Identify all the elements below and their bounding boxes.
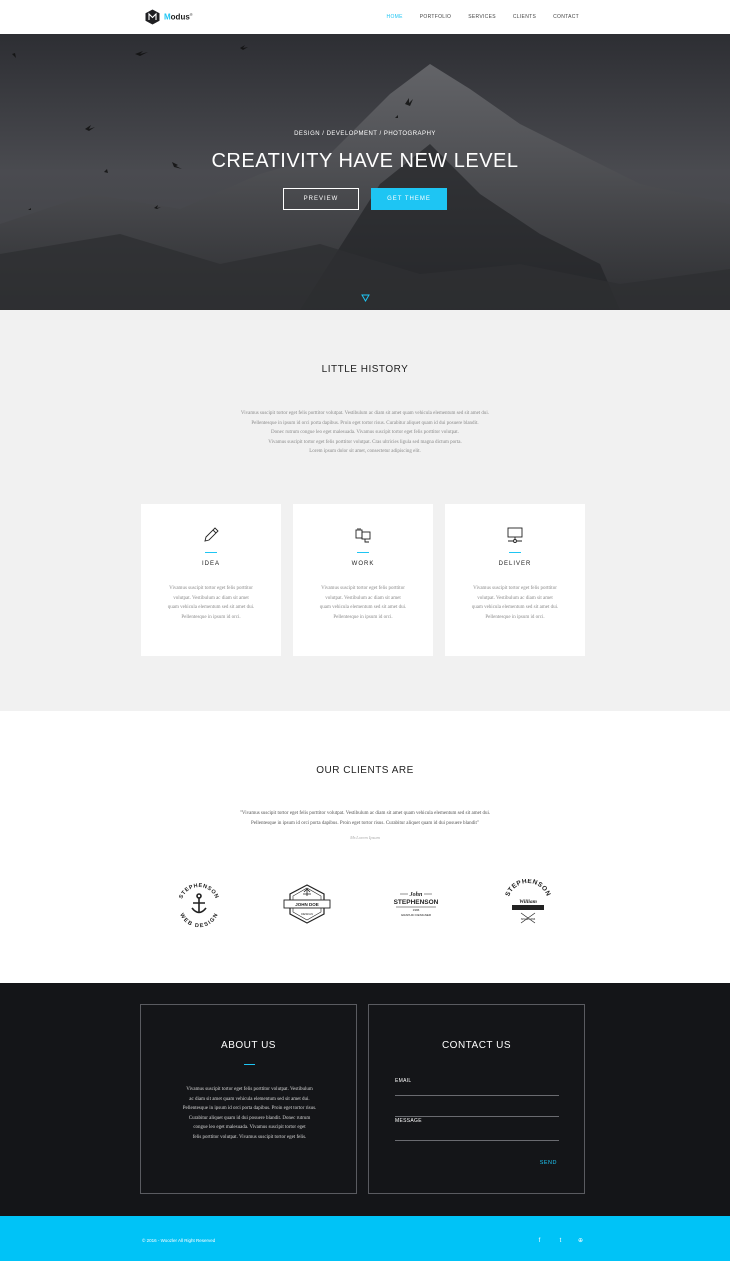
about-contact-section: ABOUT US Vivamus suscipit tortor eget fe… [0,983,730,1216]
history-text: Vivamus suscipit tortor eget felis portt… [215,409,515,457]
card-accent-line [509,552,521,553]
twitter-icon[interactable]: t [556,1236,565,1245]
svg-text:John: John [409,892,423,898]
svg-text:SINCE 1996: SINCE 1996 [521,917,536,921]
card-text-line: Vivamus suscipit tortor eget felis portt… [321,586,405,591]
nav-clients[interactable]: CLIENTS [513,14,536,20]
email-field[interactable] [395,1095,559,1096]
svg-text:GRAPHIC DESIGNER: GRAPHIC DESIGNER [401,913,432,917]
svg-text:JOHN DOE: JOHN DOE [295,902,319,907]
card-text-line: Vivamus suscipit tortor eget felis portt… [473,586,557,591]
clients-title: OUR CLIENTS ARE [316,765,414,776]
preview-button[interactable]: PREVIEW [283,188,359,210]
main-menu: HOME PORTFOLIO SERVICES CLIENTS CONTACT [387,14,579,20]
hero-title: CREATIVITY HAVE NEW LEVEL [211,150,519,172]
card-text-line: quam vehicula elementum sed sit amet dui… [167,605,255,610]
card-text: Vivamus suscipit tortor eget felis portt… [311,584,415,622]
history-line: Pellentesque in ipsum id orci porta dapi… [251,420,479,426]
card-text: Vivamus suscipit tortor eget felis portt… [159,584,263,622]
history-line: Vivamus suscipit tortor eget felis portt… [240,411,490,416]
email-label: EMAIL [395,1078,412,1084]
nav-home[interactable]: HOME [387,14,403,20]
quote-line: "Vivamus suscipit tortor eget felis port… [239,811,491,816]
svg-text:William: William [519,899,538,905]
history-title: LITTLE HISTORY [321,364,409,375]
message-field[interactable] [395,1116,559,1117]
history-line: Lorem ipsum dolor sit amet, consectetur … [309,449,421,454]
card-text: Vivamus suscipit tortor eget felis portt… [463,584,567,622]
card-text-line: volutpat. Vestibulum ac diam sit amet [325,595,401,601]
card-text-line: volutpat. Vestibulum ac diam sit amet [477,595,553,601]
scroll-down-icon[interactable] [361,294,370,302]
svg-text:1996: 1996 [413,908,420,912]
history-section: LITTLE HISTORY Vivamus suscipit tortor e… [0,310,730,711]
dribbble-icon[interactable]: ⊕ [576,1236,585,1245]
facebook-icon[interactable]: f [535,1236,544,1245]
client-logo-john-doe[interactable]: JOHN DOE DESIGN [281,879,333,931]
card-text-line: Pellentesque in ipsum id orci. [485,614,545,620]
about-line: Pellentesque in ipsum id orci porta dapi… [182,1106,317,1111]
about-accent-line [244,1064,255,1065]
monitor-icon [507,527,523,543]
get-theme-button[interactable]: GET THEME [371,188,447,210]
client-logo-anchor[interactable]: STEPHENSON WEB DESIGN [173,879,225,931]
card-text-line: volutpat. Vestibulum ac diam sit amet [173,595,249,601]
about-line: congue leo eget malesuada. Vivamus susci… [193,1125,306,1130]
client-quote: "Vivamus suscipit tortor eget felis port… [215,809,515,828]
nav-services[interactable]: SERVICES [468,14,496,20]
svg-text:STEPHENSON: STEPHENSON [394,899,439,906]
nav-portfolio[interactable]: PORTFOLIO [420,14,452,20]
logo-hexagon-icon [145,9,160,25]
client-logo-stephenson-william[interactable]: STEPHENSON William SINCE 1996 [502,879,554,931]
about-line: Vivamus suscipit tortor eget felis portt… [186,1087,313,1092]
card-accent-line [205,552,217,553]
about-line: ac diam sit amet quam vehicula elementum… [189,1096,310,1102]
contact-box: CONTACT US EMAIL MESSAGE SEND [368,1004,585,1194]
svg-text:DESIGN: DESIGN [301,912,313,916]
card-title: DELIVER [498,561,532,567]
card-title: IDEA [201,561,220,567]
client-logo-john-stephenson[interactable]: John STEPHENSON 1996 GRAPHIC DESIGNER [390,879,442,931]
pencil-icon [204,527,219,542]
svg-text:STEPHENSON: STEPHENSON [504,879,551,898]
card-text-line: quam vehicula elementum sed sit amet dui… [319,605,407,610]
card-text-line: Pellentesque in ipsum id orci. [333,614,393,620]
quote-author: Mr.Lorem Ipsum [350,835,380,840]
card-text-line: quam vehicula elementum sed sit amet dui… [471,605,559,610]
service-card-deliver: DELIVER Vivamus suscipit tortor eget fel… [445,504,585,656]
svg-text:WEB DESIGN: WEB DESIGN [178,912,220,929]
message-label: MESSAGE [395,1118,422,1124]
work-icon [355,528,371,543]
clients-section: OUR CLIENTS ARE "Vivamus suscipit tortor… [0,711,730,983]
service-card-work: WORK Vivamus suscipit tortor eget felis … [293,504,433,656]
about-line: Curabitur aliquet quam id dui posuere bl… [188,1115,311,1121]
about-box: ABOUT US Vivamus suscipit tortor eget fe… [140,1004,357,1194]
logo-text: Modus® [164,12,193,22]
message-field-line[interactable] [395,1140,559,1141]
top-navbar: Modus® HOME PORTFOLIO SERVICES CLIENTS C… [0,0,730,34]
copyright-text: © 2016 - Woozler All Right Reserved [142,1238,216,1243]
send-button[interactable]: SEND [540,1160,557,1166]
nav-contact[interactable]: CONTACT [553,14,579,20]
service-card-idea: IDEA Vivamus suscipit tortor eget felis … [141,504,281,656]
logo[interactable]: Modus® [145,9,193,25]
hero-subtitle: DESIGN / DEVELOPMENT / PHOTOGRAPHY [294,131,436,137]
card-accent-line [357,552,369,553]
history-line: Vivamus suscipit tortor eget felis portt… [268,439,462,445]
about-text: Vivamus suscipit tortor eget felis portt… [171,1085,328,1142]
quote-line: Pellentesque in ipsum id orci porta dapi… [251,820,479,826]
hero-section: DESIGN / DEVELOPMENT / PHOTOGRAPHY CREAT… [0,34,730,310]
card-title: WORK [351,561,375,567]
about-line: felis porttitor volutpat. Vivamus suscip… [192,1134,307,1140]
history-line: Donec rutrum congue leo eget malesuada. … [271,430,459,435]
about-title: ABOUT US [221,1040,276,1051]
contact-title: CONTACT US [441,1040,512,1051]
card-text-line: Pellentesque in ipsum id orci. [181,614,241,620]
card-text-line: Vivamus suscipit tortor eget felis portt… [169,586,253,591]
footer: © 2016 - Woozler All Right Reserved f t … [0,1216,730,1261]
